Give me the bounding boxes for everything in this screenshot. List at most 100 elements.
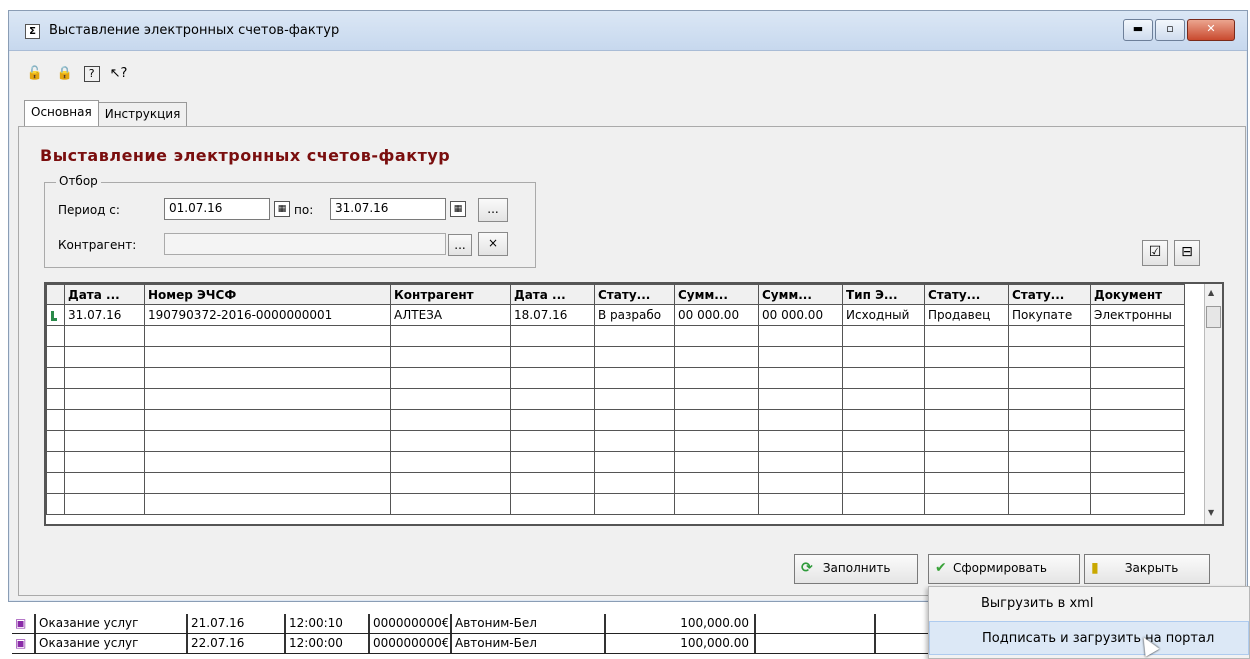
table-cell[interactable] xyxy=(144,430,391,452)
table-cell[interactable] xyxy=(1008,493,1091,515)
column-header[interactable]: Стату... xyxy=(594,284,675,305)
table-cell[interactable] xyxy=(144,388,391,410)
table-cell[interactable]: Продавец xyxy=(924,304,1009,326)
table-cell[interactable]: 190790372-2016-0000000001 xyxy=(144,304,391,326)
calendar-from-icon[interactable]: ▦ xyxy=(274,201,290,217)
table-cell[interactable] xyxy=(390,388,511,410)
table-cell[interactable] xyxy=(64,367,145,389)
table-cell[interactable] xyxy=(64,409,145,431)
table-cell[interactable] xyxy=(594,367,675,389)
table-cell[interactable] xyxy=(924,388,1009,410)
table-cell[interactable] xyxy=(758,388,843,410)
scroll-down-icon[interactable]: ▼ xyxy=(1208,508,1214,517)
table-cell[interactable] xyxy=(46,346,65,368)
table-cell[interactable] xyxy=(842,430,925,452)
table-cell[interactable] xyxy=(144,409,391,431)
table-row[interactable] xyxy=(46,388,1185,410)
table-cell[interactable] xyxy=(510,472,595,494)
table-cell[interactable] xyxy=(510,367,595,389)
table-row[interactable] xyxy=(46,325,1185,347)
table-cell[interactable] xyxy=(390,325,511,347)
table-cell[interactable] xyxy=(674,325,759,347)
table-cell[interactable] xyxy=(46,325,65,347)
table-cell[interactable] xyxy=(390,430,511,452)
table-cell[interactable]: Электронны xyxy=(1090,304,1185,326)
table-cell[interactable] xyxy=(594,325,675,347)
table-cell[interactable] xyxy=(758,451,843,473)
context-help-icon[interactable]: ↖? xyxy=(107,64,129,84)
table-cell[interactable] xyxy=(1008,430,1091,452)
column-header[interactable]: Документ xyxy=(1090,284,1185,305)
table-cell[interactable] xyxy=(510,493,595,515)
table-cell[interactable] xyxy=(510,325,595,347)
table-cell[interactable] xyxy=(1090,493,1185,515)
table-cell[interactable] xyxy=(758,367,843,389)
table-cell[interactable] xyxy=(594,472,675,494)
help-icon[interactable]: ? xyxy=(83,66,100,82)
table-cell[interactable] xyxy=(510,451,595,473)
table-row[interactable] xyxy=(46,472,1185,494)
table-cell[interactable] xyxy=(674,451,759,473)
table-cell[interactable] xyxy=(924,367,1009,389)
table-cell[interactable] xyxy=(674,493,759,515)
column-header[interactable]: Дата ... xyxy=(64,284,145,305)
table-cell[interactable] xyxy=(64,451,145,473)
table-cell[interactable] xyxy=(1090,472,1185,494)
table-cell[interactable] xyxy=(842,451,925,473)
column-header[interactable]: Сумм... xyxy=(674,284,759,305)
table-cell[interactable] xyxy=(594,451,675,473)
column-header[interactable]: Стату... xyxy=(1008,284,1091,305)
table-cell[interactable] xyxy=(144,451,391,473)
table-cell[interactable] xyxy=(674,409,759,431)
table-cell[interactable] xyxy=(594,346,675,368)
table-cell[interactable] xyxy=(64,346,145,368)
table-cell[interactable] xyxy=(924,430,1009,452)
table-cell[interactable] xyxy=(46,409,65,431)
table-cell[interactable] xyxy=(1008,325,1091,347)
table-cell[interactable] xyxy=(1090,346,1185,368)
table-cell[interactable] xyxy=(1008,367,1091,389)
table-cell[interactable] xyxy=(390,493,511,515)
table-cell[interactable] xyxy=(674,346,759,368)
table-cell[interactable] xyxy=(1008,388,1091,410)
table-cell[interactable] xyxy=(594,430,675,452)
table-row[interactable] xyxy=(46,430,1185,452)
table-cell[interactable] xyxy=(1090,367,1185,389)
table-row[interactable] xyxy=(46,367,1185,389)
maximize-button[interactable]: ▫ xyxy=(1155,19,1185,41)
table-cell[interactable] xyxy=(842,346,925,368)
menu-item-sign-upload[interactable]: Подписать и загрузить на портал xyxy=(929,621,1249,655)
table-cell[interactable] xyxy=(46,367,65,389)
table-cell[interactable] xyxy=(674,388,759,410)
table-cell[interactable] xyxy=(46,430,65,452)
table-cell[interactable] xyxy=(1008,346,1091,368)
table-cell[interactable]: 00 000.00 xyxy=(758,304,843,326)
table-cell[interactable] xyxy=(144,367,391,389)
lock-icon[interactable]: 🔓 xyxy=(24,64,46,84)
table-cell[interactable] xyxy=(758,325,843,347)
table-cell[interactable] xyxy=(64,325,145,347)
table-cell[interactable] xyxy=(144,493,391,515)
column-header[interactable]: Тип Э... xyxy=(842,284,925,305)
table-row[interactable] xyxy=(46,346,1185,368)
table-cell[interactable] xyxy=(390,451,511,473)
table-cell[interactable] xyxy=(1090,388,1185,410)
table-cell[interactable] xyxy=(674,472,759,494)
counterparty-clear-button[interactable]: × xyxy=(478,232,508,256)
table-cell[interactable]: 18.07.16 xyxy=(510,304,595,326)
table-cell[interactable] xyxy=(1090,451,1185,473)
minimize-button[interactable]: ▬ xyxy=(1123,19,1153,41)
table-cell[interactable]: Покупате xyxy=(1008,304,1091,326)
table-cell[interactable] xyxy=(64,493,145,515)
table-cell[interactable] xyxy=(46,388,65,410)
table-cell[interactable] xyxy=(510,430,595,452)
table-cell[interactable] xyxy=(390,409,511,431)
period-select-button[interactable]: ... xyxy=(478,198,508,222)
table-cell[interactable] xyxy=(842,388,925,410)
table-cell[interactable] xyxy=(758,430,843,452)
column-header[interactable]: Номер ЭЧСФ xyxy=(144,284,391,305)
table-cell[interactable] xyxy=(924,409,1009,431)
scroll-thumb[interactable] xyxy=(1206,306,1221,328)
invoice-table[interactable]: Дата ... Номер ЭЧСФ Контрагент Дата ... … xyxy=(44,282,1224,526)
table-cell[interactable] xyxy=(510,409,595,431)
